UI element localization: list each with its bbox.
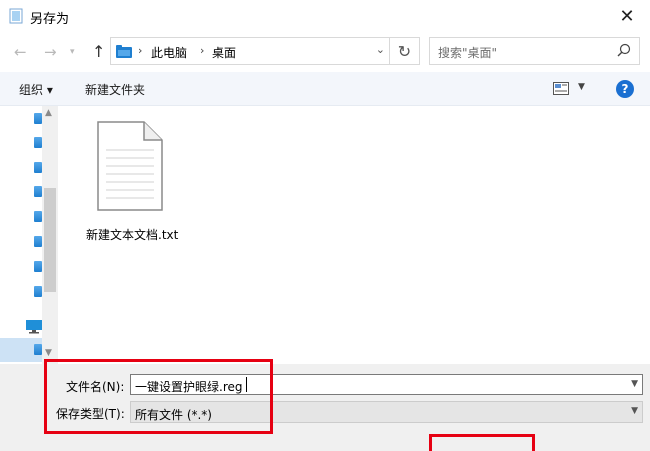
nav-folder-icon[interactable]	[34, 162, 42, 173]
nav-folder-icon[interactable]	[34, 236, 42, 247]
scroll-down-icon[interactable]: ▼	[45, 348, 52, 358]
chevron-down-icon[interactable]: ▼	[631, 379, 638, 389]
toolbar: 组织 ▾ 新建文件夹 ▼ ?	[0, 72, 650, 106]
save-dialog-icon	[9, 8, 23, 24]
chevron-down-icon[interactable]: ▼	[631, 406, 638, 416]
navigation-pane: ▲ ▼	[0, 106, 58, 364]
refresh-button[interactable]: ↻	[389, 38, 419, 64]
file-name: 新建文本文档.txt	[86, 228, 179, 242]
nav-folder-icon[interactable]	[34, 137, 42, 148]
nav-folder-icon[interactable]	[34, 286, 42, 297]
address-bar[interactable]: › 此电脑 › 桌面 ⌄ ↻	[110, 37, 420, 65]
nav-folder-icon[interactable]	[34, 211, 42, 222]
search-input[interactable]: 搜索"桌面"	[438, 44, 497, 61]
recent-locations-chevron-icon[interactable]: ▾	[70, 47, 75, 57]
this-pc-icon[interactable]	[26, 320, 42, 334]
nav-scrollbar[interactable]: ▲ ▼	[42, 106, 58, 364]
organize-menu[interactable]: 组织 ▾	[19, 81, 53, 98]
address-dropdown-icon[interactable]: ⌄	[376, 43, 385, 56]
scroll-up-icon[interactable]: ▲	[45, 108, 52, 118]
file-list: 新建文本文档.txt	[58, 106, 650, 364]
help-button[interactable]: ?	[616, 80, 634, 98]
back-arrow-icon[interactable]: ←	[14, 43, 27, 61]
close-button[interactable]: ✕	[604, 0, 650, 32]
scroll-thumb[interactable]	[44, 188, 56, 292]
folder-icon	[116, 45, 132, 58]
breadcrumb-this-pc[interactable]: 此电脑	[151, 44, 187, 61]
refresh-icon: ↻	[397, 41, 412, 61]
new-folder-button[interactable]: 新建文件夹	[85, 81, 145, 98]
annotation-highlight-save-button	[429, 434, 535, 451]
breadcrumb-separator-icon: ›	[138, 44, 143, 57]
nav-folder-icon[interactable]	[34, 261, 42, 272]
nav-folder-icon[interactable]	[34, 186, 42, 197]
nav-desktop-icon[interactable]	[34, 344, 42, 355]
search-icon	[617, 43, 631, 57]
text-file-icon	[97, 121, 163, 211]
nav-folder-icon[interactable]	[34, 113, 42, 124]
breadcrumb-desktop[interactable]: 桌面	[212, 44, 236, 61]
view-options-icon[interactable]	[553, 82, 569, 95]
annotation-highlight-form	[44, 359, 273, 434]
up-arrow-icon[interactable]: ↑	[92, 42, 105, 61]
view-dropdown-icon[interactable]: ▼	[578, 82, 585, 92]
close-icon: ✕	[619, 5, 635, 27]
title-bar: 另存为 ✕	[0, 0, 650, 32]
search-box[interactable]: 搜索"桌面"	[429, 37, 640, 65]
breadcrumb-separator-icon: ›	[200, 44, 205, 57]
navigation-bar: ← → ▾ ↑ › 此电脑 › 桌面 ⌄ ↻ 搜索"桌面"	[0, 32, 650, 72]
window-title: 另存为	[30, 12, 70, 27]
forward-arrow-icon[interactable]: →	[44, 43, 57, 61]
